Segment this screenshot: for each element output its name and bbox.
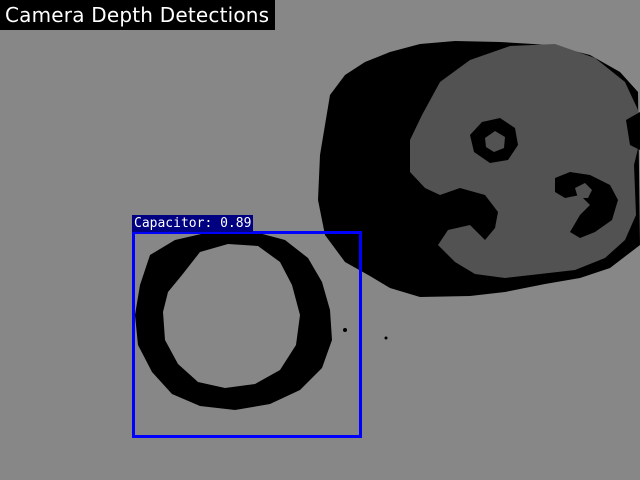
disc-surface [410,44,640,278]
detection-bounding-box [132,231,362,438]
title-banner: Camera Depth Detections [0,0,276,30]
detection-label: Capacitor: 0.89 [134,216,252,231]
detection-label-box: Capacitor: 0.89 [132,215,254,232]
ring-speck-2 [384,336,388,340]
camera-depth-view: Camera Depth Detections Capacitor: 0.89 [0,0,640,480]
window-title: Camera Depth Detections [5,3,270,27]
